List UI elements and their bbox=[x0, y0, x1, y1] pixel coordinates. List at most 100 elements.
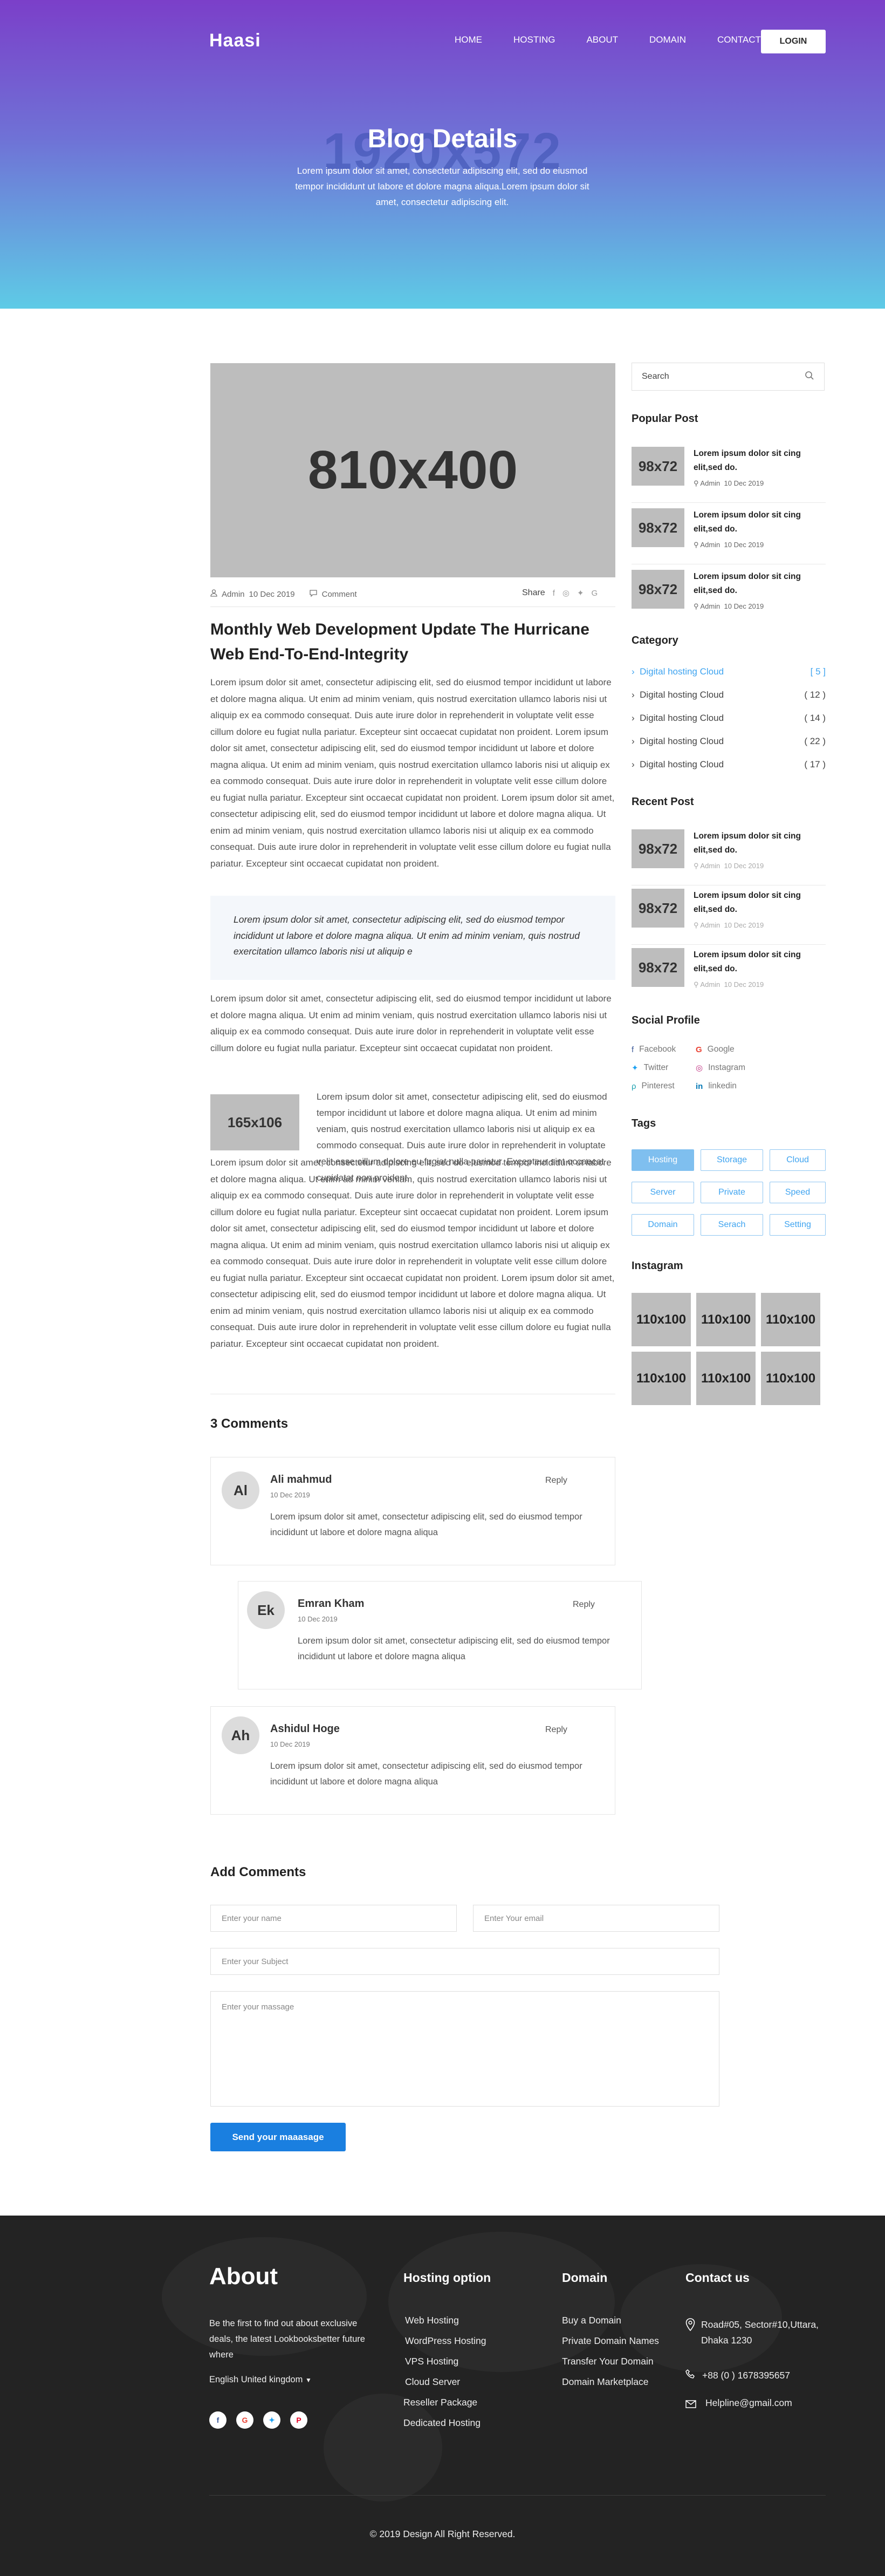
twitter-icon[interactable]: ✦ bbox=[577, 588, 584, 598]
footer-link[interactable]: Web Hosting bbox=[405, 2315, 459, 2326]
message-textarea[interactable]: Enter your massage bbox=[210, 1991, 719, 2107]
post-item-author: Admin bbox=[700, 541, 721, 549]
category-label: › Digital hosting Cloud bbox=[632, 713, 724, 724]
site-logo[interactable]: Haasi bbox=[209, 30, 261, 51]
post-item-title[interactable]: Lorem ipsum dolor sit cing elit,sed do. bbox=[694, 948, 815, 976]
popular-post-item[interactable]: 98x72 Lorem ipsum dolor sit cing elit,se… bbox=[632, 447, 826, 503]
main-nav: HOME HOSTING ABOUT DOMAIN CONTACT bbox=[455, 35, 792, 45]
instagram-image[interactable]: 110x100 bbox=[696, 1352, 756, 1405]
social-instagram[interactable]: ◎ Instagram bbox=[696, 1063, 745, 1073]
social-label: Google bbox=[707, 1045, 735, 1054]
social-linkedin[interactable]: in linkedin bbox=[696, 1081, 737, 1091]
instagram-image[interactable]: 110x100 bbox=[696, 1293, 756, 1346]
nav-about[interactable]: ABOUT bbox=[586, 35, 618, 45]
category-count: [ 5 ] bbox=[810, 666, 826, 677]
tag-domain[interactable]: Domain bbox=[632, 1214, 694, 1236]
instagram-image[interactable]: 110x100 bbox=[761, 1352, 820, 1405]
tag-cloud[interactable]: Cloud bbox=[770, 1149, 826, 1171]
instagram-title: Instagram bbox=[632, 1260, 683, 1272]
subject-input[interactable]: Enter your Subject bbox=[210, 1948, 719, 1975]
reply-button[interactable]: Reply bbox=[545, 1476, 567, 1485]
post-title: Monthly Web Development Update The Hurri… bbox=[210, 621, 589, 663]
tag-private[interactable]: Private bbox=[701, 1182, 763, 1203]
search-input[interactable]: Search bbox=[632, 363, 825, 391]
tag-speed[interactable]: Speed bbox=[770, 1182, 826, 1203]
footer-link[interactable]: VPS Hosting bbox=[405, 2356, 458, 2367]
recent-post-item[interactable]: 98x72 Lorem ipsum dolor sit cing elit,se… bbox=[632, 948, 826, 1004]
post-item-title[interactable]: Lorem ipsum dolor sit cing elit,sed do. bbox=[694, 889, 815, 917]
post-item-title[interactable]: Lorem ipsum dolor sit cing elit,sed do. bbox=[694, 447, 815, 475]
instagram-icon: ◎ bbox=[696, 1064, 703, 1073]
submit-button[interactable]: Send your maaasage bbox=[210, 2123, 346, 2151]
chevron-right-icon: › bbox=[632, 690, 640, 700]
social-facebook[interactable]: f Facebook bbox=[632, 1045, 676, 1054]
google-icon[interactable]: G bbox=[236, 2411, 253, 2429]
social-google[interactable]: G Google bbox=[696, 1045, 735, 1054]
footer-domain-title: Domain bbox=[562, 2271, 608, 2285]
pinterest-icon: ρ bbox=[632, 1081, 636, 1091]
social-label: Pinterest bbox=[641, 1081, 675, 1091]
nav-hosting[interactable]: HOSTING bbox=[513, 35, 555, 45]
facebook-icon[interactable]: f bbox=[209, 2411, 227, 2429]
pinterest-icon[interactable]: P bbox=[290, 2411, 307, 2429]
instagram-image[interactable]: 110x100 bbox=[632, 1352, 691, 1405]
comment-author: Ashidul Hoge bbox=[270, 1723, 340, 1735]
footer-link[interactable]: WordPress Hosting bbox=[405, 2335, 486, 2347]
facebook-icon[interactable]: f bbox=[553, 589, 555, 598]
nav-contact[interactable]: CONTACT bbox=[717, 35, 761, 45]
tag-setting[interactable]: Setting bbox=[770, 1214, 826, 1236]
tag-server[interactable]: Server bbox=[632, 1182, 694, 1203]
post-item-meta: ⚲ Admin 10 Dec 2019 bbox=[694, 602, 764, 611]
footer-phone[interactable]: +88 (0 ) 1678395657 bbox=[702, 2368, 790, 2383]
footer-hosting-title: Hosting option bbox=[403, 2271, 491, 2285]
footer-link[interactable]: Domain Marketplace bbox=[562, 2376, 648, 2388]
footer-link[interactable]: Reseller Package bbox=[403, 2397, 477, 2408]
popular-post-item[interactable]: 98x72 Lorem ipsum dolor sit cing elit,se… bbox=[632, 570, 826, 626]
popular-post-item[interactable]: 98x72 Lorem ipsum dolor sit cing elit,se… bbox=[632, 508, 826, 564]
nav-domain[interactable]: DOMAIN bbox=[649, 35, 686, 45]
post-item-title[interactable]: Lorem ipsum dolor sit cing elit,sed do. bbox=[694, 829, 815, 857]
category-item[interactable]: › Digital hosting Cloud [ 5 ] bbox=[632, 666, 826, 677]
footer-link[interactable]: Cloud Server bbox=[405, 2376, 460, 2388]
avatar: Ah bbox=[222, 1716, 259, 1754]
social-pinterest[interactable]: ρ Pinterest bbox=[632, 1081, 675, 1091]
category-item[interactable]: › Digital hosting Cloud ( 12 ) bbox=[632, 690, 826, 700]
footer-link[interactable]: Dedicated Hosting bbox=[403, 2417, 481, 2429]
google-icon[interactable]: G bbox=[592, 589, 598, 598]
tag-storage[interactable]: Storage bbox=[701, 1149, 763, 1171]
category-title: Category bbox=[632, 635, 678, 646]
reply-button[interactable]: Reply bbox=[573, 1600, 595, 1610]
footer-link[interactable]: Buy a Domain bbox=[562, 2315, 621, 2326]
user-icon: ⚲ bbox=[694, 479, 701, 487]
tag-serach[interactable]: Serach bbox=[701, 1214, 763, 1236]
search-icon[interactable] bbox=[805, 371, 814, 383]
recent-post-item[interactable]: 98x72 Lorem ipsum dolor sit cing elit,se… bbox=[632, 829, 826, 885]
post-thumbnail: 98x72 bbox=[632, 889, 684, 928]
email-input[interactable]: Enter Your email bbox=[473, 1905, 719, 1932]
twitter-icon[interactable]: ✦ bbox=[263, 2411, 280, 2429]
tag-hosting[interactable]: Hosting bbox=[632, 1149, 694, 1171]
footer-link[interactable]: Private Domain Names bbox=[562, 2335, 659, 2347]
instagram-image[interactable]: 110x100 bbox=[761, 1293, 820, 1346]
instagram-image[interactable]: 110x100 bbox=[632, 1293, 691, 1346]
social-twitter[interactable]: ✦ Twitter bbox=[632, 1063, 668, 1073]
login-button[interactable]: LOGIN bbox=[761, 30, 826, 53]
reply-button[interactable]: Reply bbox=[545, 1725, 567, 1735]
footer-email[interactable]: Helpline@gmail.com bbox=[705, 2395, 792, 2411]
language-select[interactable]: English United kingdom ▼ bbox=[209, 2375, 312, 2385]
category-item[interactable]: › Digital hosting Cloud ( 17 ) bbox=[632, 759, 826, 770]
recent-post-item[interactable]: 98x72 Lorem ipsum dolor sit cing elit,se… bbox=[632, 889, 826, 945]
name-input[interactable]: Enter your name bbox=[210, 1905, 457, 1932]
category-item[interactable]: › Digital hosting Cloud ( 22 ) bbox=[632, 736, 826, 747]
post-paragraph-2: Lorem ipsum dolor sit amet, consectetur … bbox=[210, 993, 612, 1053]
post-item-title[interactable]: Lorem ipsum dolor sit cing elit,sed do. bbox=[694, 570, 815, 598]
nav-home[interactable]: HOME bbox=[455, 35, 482, 45]
hero-banner: Haasi HOME HOSTING ABOUT DOMAIN CONTACT … bbox=[0, 0, 885, 309]
comment-card: Ah Ashidul Hoge 10 Dec 2019 Reply Lorem … bbox=[210, 1706, 615, 1815]
post-item-title[interactable]: Lorem ipsum dolor sit cing elit,sed do. bbox=[694, 508, 815, 536]
instagram-icon[interactable]: ◎ bbox=[562, 588, 570, 598]
footer-link[interactable]: Transfer Your Domain bbox=[562, 2356, 654, 2367]
post-comment-link[interactable]: Comment bbox=[322, 590, 357, 599]
chevron-right-icon: › bbox=[632, 759, 640, 769]
category-item[interactable]: › Digital hosting Cloud ( 14 ) bbox=[632, 713, 826, 724]
